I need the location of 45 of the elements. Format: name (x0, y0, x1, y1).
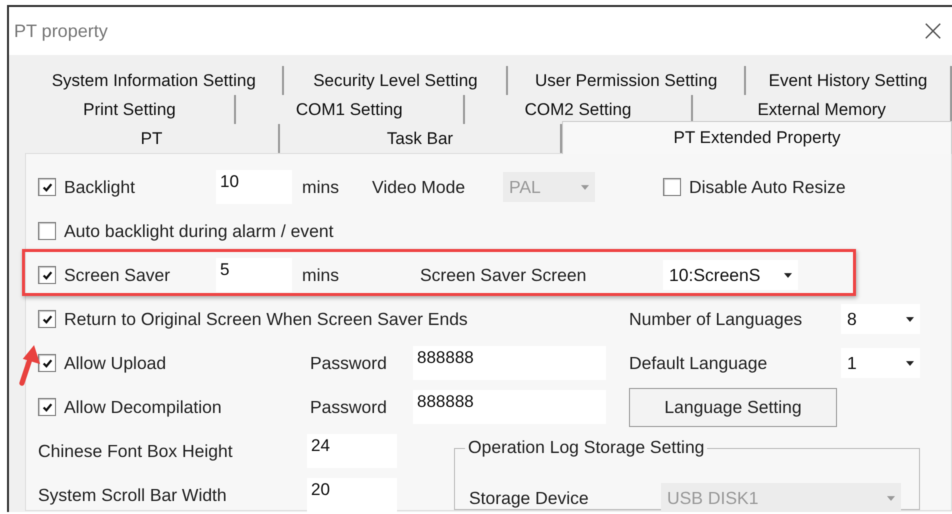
label: Password (310, 352, 387, 374)
label: Storage Device (469, 488, 590, 508)
label: Video Mode (372, 176, 466, 198)
label: Chinese Font Box Height (38, 440, 233, 462)
checkbox[interactable] (38, 266, 56, 284)
caret-icon (887, 496, 895, 500)
input-field[interactable]: 24 (307, 434, 397, 468)
label: Password (310, 396, 387, 418)
group-title: Operation Log Storage Setting (465, 437, 708, 458)
checkbox[interactable] (38, 178, 56, 196)
checkbox[interactable] (38, 310, 56, 328)
checkbox-label: Allow Upload (64, 352, 166, 374)
checkbox-label: Return to Original Screen When Screen Saver Ends (64, 308, 468, 330)
tab[interactable]: COM2 Setting (464, 95, 694, 124)
window-title: PT property (14, 20, 108, 42)
checkbox[interactable] (38, 222, 56, 240)
checkbox-label: Backlight (64, 176, 136, 198)
caret-icon (581, 184, 589, 190)
checkbox-label: Screen Saver (64, 264, 170, 286)
caret-icon (784, 272, 792, 278)
dropdown[interactable]: 8 (841, 304, 920, 334)
input-field[interactable]: 20 (307, 478, 397, 512)
checkbox[interactable] (38, 354, 56, 372)
input-field[interactable]: 888888 (413, 390, 606, 424)
tab[interactable]: PT Extended Property (562, 121, 952, 154)
checkbox[interactable] (38, 398, 56, 416)
label: System Scroll Bar Width (38, 484, 227, 506)
label: mins (302, 176, 339, 198)
input-field[interactable]: 888888 (413, 346, 606, 380)
dropdown[interactable]: 1 (841, 348, 920, 378)
label: mins (302, 264, 339, 286)
dropdown[interactable]: 10:ScreenS (663, 260, 798, 290)
checkbox[interactable] (663, 178, 681, 196)
checkbox-label: Allow Decompilation (64, 396, 222, 418)
caret-icon (906, 360, 914, 366)
language-setting-button[interactable]: Language Setting (629, 388, 837, 426)
checkbox-label: Auto backlight during alarm / event (64, 220, 334, 242)
label: Number of Languages (629, 308, 802, 330)
caret-icon (906, 316, 914, 322)
label: Default Language (629, 352, 768, 374)
input-field[interactable]: 10 (216, 170, 292, 204)
close-icon[interactable] (924, 22, 942, 40)
label: Screen Saver Screen (420, 264, 586, 286)
input-field[interactable]: 5 (216, 258, 292, 292)
checkbox-label: Disable Auto Resize (689, 176, 846, 198)
